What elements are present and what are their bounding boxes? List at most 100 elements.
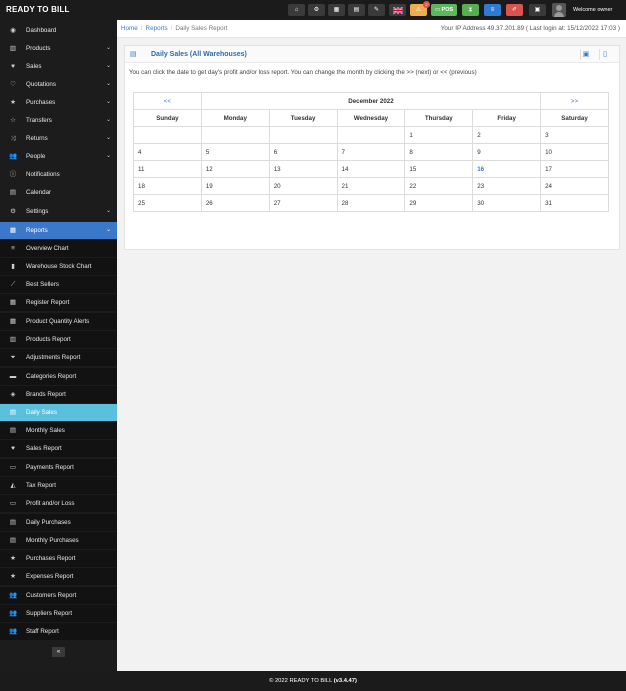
prev-month-link[interactable]: << [133, 92, 202, 110]
avatar[interactable] [552, 3, 566, 17]
calendar-shortcut-button[interactable]: ▤ [348, 4, 365, 16]
calendar-day-cell[interactable]: 14 [336, 160, 406, 178]
calendar-day-cell[interactable]: 1 [404, 126, 474, 144]
users-icon: 👥 [8, 610, 18, 617]
pos-button[interactable]: ▭ POS [431, 4, 457, 16]
sidebar-item-staff-report[interactable]: 👥 Staff Report [0, 623, 117, 640]
sidebar-item-brands-report[interactable]: ◈ Brands Report [0, 386, 117, 403]
calendar-day-cell[interactable]: 31 [540, 194, 609, 212]
calendar-day-cell[interactable]: 9 [472, 143, 542, 161]
calendar-day-cell[interactable]: 10 [540, 143, 609, 161]
notifications-shortcut-button[interactable]: ▣ [529, 4, 546, 16]
sidebar-item-monthly-purchases[interactable]: ▤ Monthly Purchases [0, 532, 117, 549]
settings-shortcut-button[interactable]: ⚙ [308, 4, 325, 16]
sidebar-item-overview-chart[interactable]: ≡ Overview Chart [0, 240, 117, 257]
sidebar-item-warehouse-stock-chart[interactable]: ▮ Warehouse Stock Chart [0, 258, 117, 275]
calendar-day-cell[interactable]: 21 [336, 177, 406, 195]
calendar-icon: ▤ [9, 519, 17, 526]
calendar-day-cell[interactable]: 23 [472, 177, 542, 195]
sidebar-item-reports[interactable]: ▦ Reports ⌄ [0, 222, 117, 239]
calendar-day-cell[interactable]: 27 [268, 194, 338, 212]
sidebar-item-purchases-report[interactable]: ★ Purchases Report [0, 550, 117, 567]
calendar-day-cell[interactable]: 20 [268, 177, 338, 195]
sidebar-item-notifications[interactable]: ⓘ Notifications [0, 166, 117, 183]
sidebar-item-transfers[interactable]: ☆ Transfers ⌄ [0, 112, 117, 129]
calendar-month-title: December 2022 [200, 92, 542, 110]
clear-cache-button[interactable]: ✐ [506, 4, 523, 16]
sidebar-item-best-sellers[interactable]: ⟋ Best Sellers [0, 276, 117, 293]
calendar-day-cell[interactable]: 5 [200, 143, 270, 161]
chevron-down-icon: ⌄ [105, 99, 111, 105]
alerts-button[interactable]: ⚠ 2 [410, 1, 430, 16]
sidebar-item-people[interactable]: 👥 People ⌄ [0, 148, 117, 165]
sidebar-item-product-quantity-alerts[interactable]: ▦ Product Quantity Alerts [0, 313, 117, 330]
sidebar-item-calendar[interactable]: ▤ Calendar [0, 184, 117, 201]
calendar-icon: ▤ [9, 409, 17, 416]
sidebar-item-daily-purchases[interactable]: ▤ Daily Purchases [0, 514, 117, 531]
sidebar-item-adjustments-report[interactable]: ⏷ Adjustments Report [0, 349, 117, 366]
sidebar-item-daily-sales[interactable]: ▤ Daily Sales [0, 404, 117, 421]
calendar-day-cell[interactable]: 28 [336, 194, 406, 212]
today-sale-button[interactable]: ≡ [484, 4, 501, 16]
dashboard-shortcut-button[interactable]: ⌂ [288, 4, 305, 16]
sidebar-item-quotations[interactable]: ♡ Quotations ⌄ [0, 76, 117, 93]
calendar-day-cell[interactable]: 17 [540, 160, 609, 178]
calendar-day-cell[interactable]: 26 [200, 194, 270, 212]
calendar-day-cell[interactable]: 29 [404, 194, 474, 212]
welcome-user-menu[interactable]: Welcome owner [573, 7, 612, 13]
calendar-day-cell[interactable]: 22 [404, 177, 474, 195]
sidebar-collapse-button[interactable]: « [52, 647, 65, 657]
calendar-day-cell[interactable]: 6 [268, 143, 338, 161]
sidebar-item-suppliers-report[interactable]: 👥 Suppliers Report [0, 605, 117, 622]
sidebar-item-customers-report[interactable]: 👥 Customers Report [0, 587, 117, 604]
sidebar-item-profit-and-or-loss[interactable]: ▭ Profit and/or Loss [0, 495, 117, 512]
calendar-day-cell[interactable]: 30 [472, 194, 542, 212]
sidebar-item-tax-report[interactable]: ◭ Tax Report [0, 477, 117, 494]
image-icon: ▣ [582, 51, 590, 58]
sidebar-item-payments-report[interactable]: ▭ Payments Report [0, 459, 117, 476]
sidebar-item-products-report[interactable]: ▥ Products Report [0, 331, 117, 348]
next-month-link[interactable]: >> [540, 92, 609, 110]
calendar-week-row: 18 19 20 21 22 23 24 [133, 177, 609, 195]
download-pdf-button[interactable]: ▯ [599, 49, 610, 60]
calendar-icon: ▤ [9, 537, 17, 544]
sidebar-item-monthly-sales[interactable]: ▤ Monthly Sales [0, 422, 117, 439]
breadcrumb-home-link[interactable]: Home [121, 25, 138, 32]
sidebar-item-dashboard[interactable]: ◉ Dashboard [0, 22, 117, 39]
calendar-week-row: 25 26 27 28 29 30 31 [133, 194, 609, 212]
sidebar-item-register-report[interactable]: ▦ Register Report [0, 294, 117, 311]
sidebar-item-sales-report[interactable]: ♥ Sales Report [0, 440, 117, 457]
calendar-day-cell[interactable]: 8 [404, 143, 474, 161]
sidebar-item-purchases[interactable]: ★ Purchases ⌄ [0, 94, 117, 111]
calendar-day-cell[interactable]: 15 [404, 160, 474, 178]
language-button[interactable] [389, 4, 406, 16]
calendar-day-cell[interactable]: 2 [472, 126, 542, 144]
calendar-day-cell[interactable]: 4 [133, 143, 202, 161]
sidebar-item-sales[interactable]: ♥ Sales ⌄ [0, 58, 117, 75]
breadcrumb-current: Daily Sales Report [175, 25, 228, 32]
calculator-button[interactable]: ▦ [328, 4, 345, 16]
calendar-day-cell[interactable]: 25 [133, 194, 202, 212]
calendar-day-cell[interactable]: 3 [540, 126, 609, 144]
styles-button[interactable]: ✎ [368, 4, 385, 16]
calendar-day-cell[interactable]: 18 [133, 177, 202, 195]
calendar-day-cell[interactable]: 12 [200, 160, 270, 178]
sidebar-item-products[interactable]: ▥ Products ⌄ [0, 40, 117, 57]
calendar-day-cell[interactable]: 7 [336, 143, 406, 161]
sidebar-item-categories-report[interactable]: ▬ Categories Report [0, 368, 117, 385]
calendar-day-cell[interactable]: 24 [540, 177, 609, 195]
sidebar-item-settings[interactable]: ⚙ Settings ⌄ [0, 203, 117, 220]
register-button[interactable]: ⧗ [462, 4, 479, 16]
breadcrumb-reports-link[interactable]: Reports [146, 25, 168, 32]
brand-logo[interactable]: READY TO BILL [6, 5, 70, 14]
heart-icon: ♥ [11, 445, 15, 452]
sidebar-item-expenses-report[interactable]: ★ Expenses Report [0, 568, 117, 585]
calendar-day-cell[interactable]: 19 [200, 177, 270, 195]
calendar-day-cell[interactable]: 16 [472, 160, 542, 178]
calendar-day-cell[interactable]: 13 [268, 160, 338, 178]
calendar-day-cell[interactable]: 11 [133, 160, 202, 178]
chevron-down-icon: ⌄ [105, 81, 111, 87]
flag-icon [392, 5, 403, 15]
download-image-button[interactable]: ▣ [580, 49, 591, 60]
sidebar-item-returns[interactable]: ⤨ Returns ⌄ [0, 130, 117, 147]
